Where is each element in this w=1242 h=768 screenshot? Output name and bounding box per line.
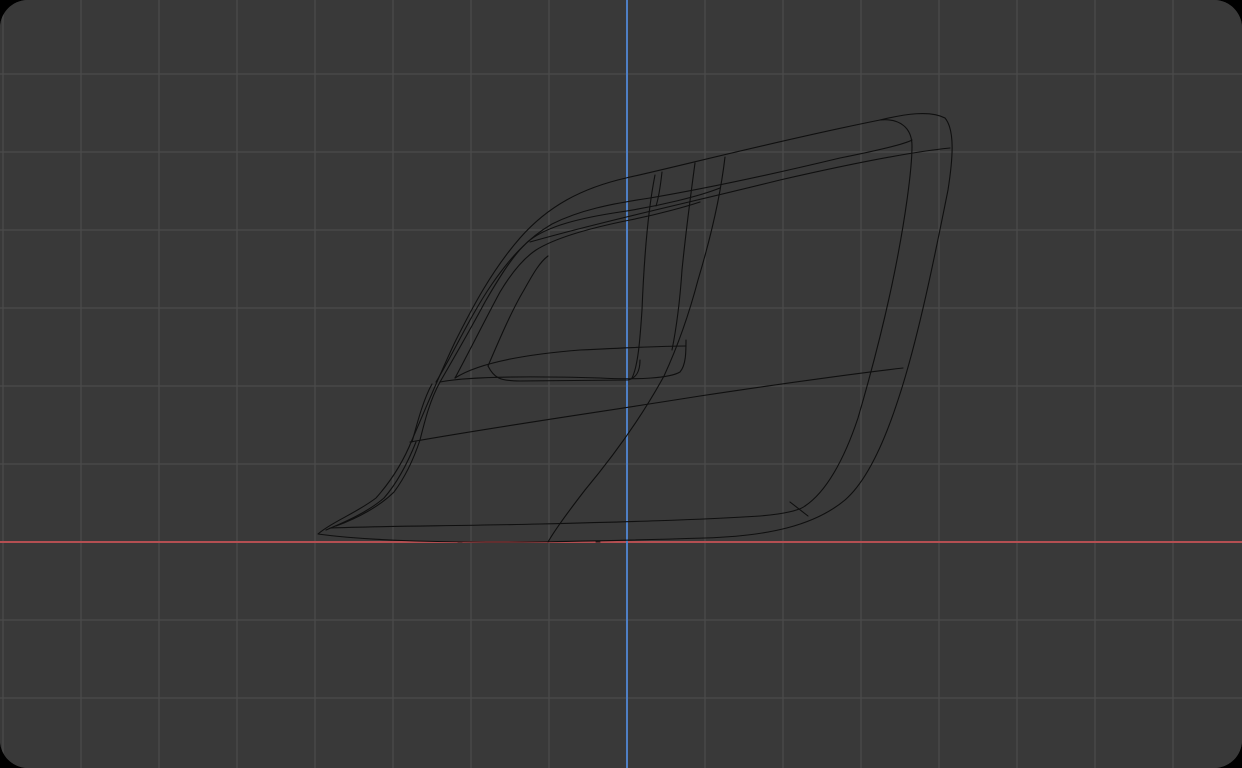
viewport-background — [0, 0, 1242, 768]
viewport-canvas[interactable] — [0, 0, 1242, 768]
3d-viewport[interactable] — [0, 0, 1242, 768]
